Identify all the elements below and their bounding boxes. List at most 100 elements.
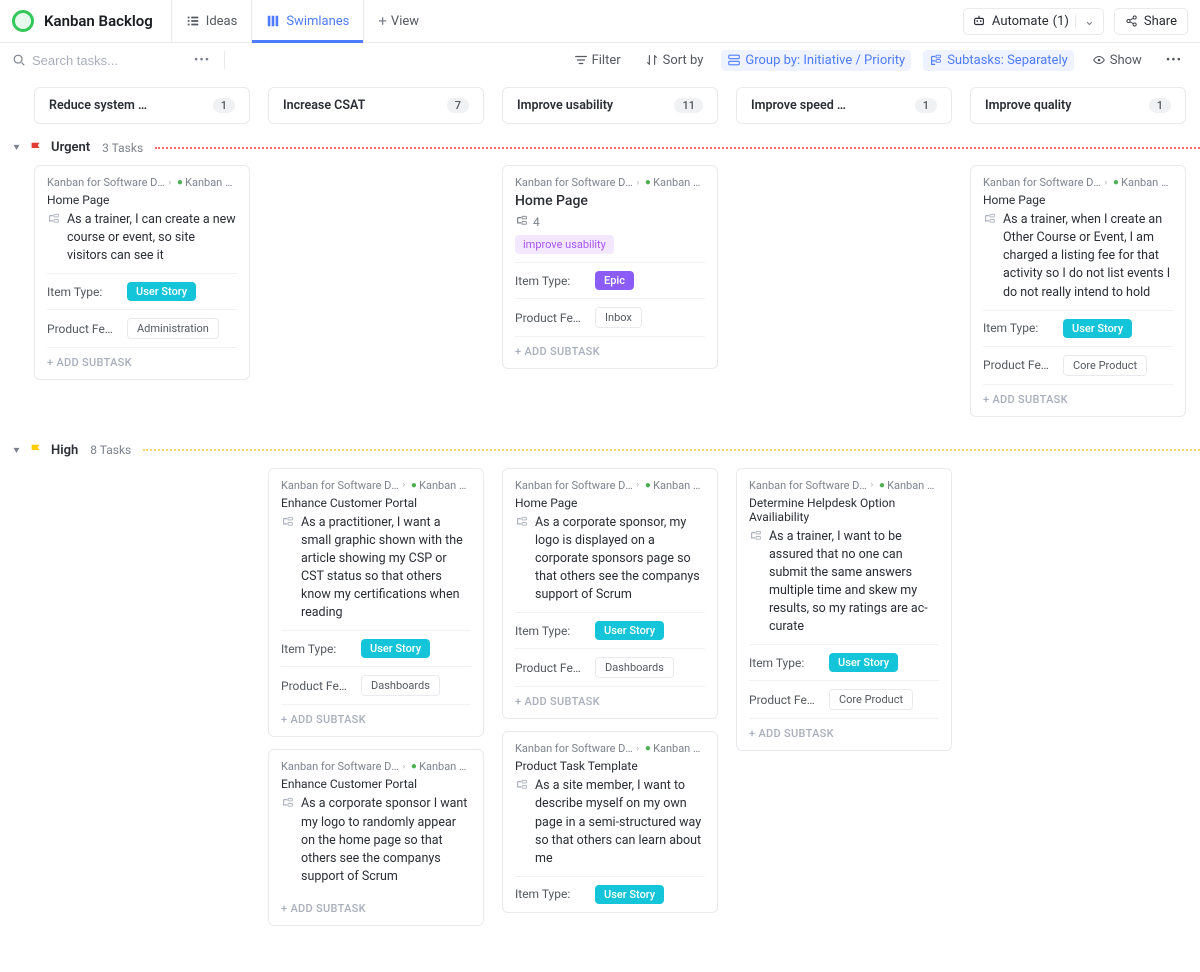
- divider: [224, 51, 225, 69]
- task-project: Home Page: [983, 193, 1173, 207]
- task-body: As a site member, I want to de­scribe my…: [515, 777, 705, 868]
- breadcrumb: Kanban for Software Devel…›●Kanban Ba…: [749, 479, 939, 492]
- column-header[interactable]: Increase CSAT7: [268, 87, 484, 124]
- type-chip[interactable]: User Story: [595, 885, 664, 904]
- subtask-icon: [515, 779, 529, 793]
- page-title: Kanban Backlog: [44, 12, 153, 30]
- add-subtask-button[interactable]: + ADD SUBTASK: [983, 384, 1173, 416]
- subtask-icon: [47, 213, 61, 227]
- add-subtask-button[interactable]: + ADD SUBTASK: [749, 718, 939, 750]
- subtask-icon: [281, 797, 295, 811]
- task-card[interactable]: Kanban for Software Devel…›●Kanban Ba… H…: [34, 165, 250, 380]
- task-card[interactable]: Kanban for Software Devel…›●Kanban Ba… H…: [502, 468, 718, 720]
- swimlane-count: 8 Tasks: [90, 443, 131, 457]
- share-button[interactable]: Share: [1114, 8, 1188, 35]
- board-icon: [266, 14, 280, 28]
- type-chip[interactable]: User Story: [1063, 319, 1132, 338]
- feature-chip[interactable]: Administration: [127, 318, 219, 339]
- topbar: Kanban Backlog Ideas Swimlanes + View Au…: [0, 0, 1200, 43]
- task-card[interactable]: Kanban for Software Devel…›●Kanban Ba… H…: [502, 165, 718, 369]
- collapse-toggle[interactable]: ▾: [13, 142, 19, 153]
- feature-chip[interactable]: Dashboards: [595, 657, 674, 678]
- add-subtask-button[interactable]: + ADD SUBTASK: [515, 336, 705, 368]
- task-project: Home Page: [515, 496, 705, 510]
- task-title: Home Page: [515, 193, 705, 209]
- task-card[interactable]: Kanban for Software Devel…›●Kanban Ba… H…: [970, 165, 1186, 417]
- feature-chip[interactable]: Inbox: [595, 307, 642, 328]
- group-by-button[interactable]: Group by: Initiative / Priority: [721, 50, 911, 71]
- swimlane-header[interactable]: ▾ Urgent 3 Tasks: [14, 140, 1200, 155]
- tag-chip[interactable]: improve usability: [515, 235, 614, 254]
- more-options[interactable]: •••: [1160, 50, 1188, 71]
- add-subtask-button[interactable]: + ADD SUBTASK: [281, 704, 471, 736]
- filter-icon: [574, 53, 588, 67]
- add-subtask-button[interactable]: + ADD SUBTASK: [515, 686, 705, 718]
- list-icon: [186, 14, 200, 28]
- task-card[interactable]: Kanban for Software Devel…›●Kanban Ba… E…: [268, 468, 484, 738]
- column-header[interactable]: Improve usability11: [502, 87, 718, 124]
- subtask-icon: [281, 516, 295, 530]
- task-project: Enhance Customer Portal: [281, 496, 471, 510]
- share-label: Share: [1144, 14, 1177, 29]
- group-icon: [727, 53, 741, 67]
- subtask-icon: [515, 516, 529, 530]
- task-body: As a trainer, when I create an Other Cou…: [983, 211, 1173, 302]
- sort-icon: [645, 53, 659, 67]
- column-header[interactable]: Improve quality1: [970, 87, 1186, 124]
- share-icon: [1125, 14, 1139, 28]
- swimlane-title: Urgent: [51, 140, 90, 155]
- feature-chip[interactable]: Core Product: [829, 689, 913, 710]
- more-search-options[interactable]: •••: [194, 53, 210, 68]
- filter-button[interactable]: Filter: [568, 50, 627, 71]
- show-button[interactable]: Show: [1086, 50, 1148, 71]
- flag-icon: [29, 443, 43, 457]
- tab-ideas-label: Ideas: [206, 14, 238, 29]
- subtask-icon: [983, 213, 997, 227]
- automate-label: Automate: [992, 14, 1049, 29]
- automate-button[interactable]: Automate (1) ⌄: [963, 8, 1104, 35]
- tab-ideas[interactable]: Ideas: [171, 0, 253, 43]
- task-project: Product Task Template: [515, 759, 705, 773]
- workspace-logo[interactable]: [12, 10, 34, 32]
- add-subtask-button[interactable]: + ADD SUBTASK: [47, 347, 237, 379]
- subtask-count: 4: [515, 215, 705, 229]
- feature-chip[interactable]: Dashboards: [361, 675, 440, 696]
- swimlane-title: High: [51, 443, 78, 458]
- tab-swimlanes[interactable]: Swimlanes: [252, 0, 364, 43]
- eye-icon: [1092, 53, 1106, 67]
- type-chip[interactable]: User Story: [127, 282, 196, 301]
- swimlane-divider: [143, 449, 1200, 451]
- swimlane-urgent: ▾ Urgent 3 Tasks Kanban for Software Dev…: [34, 140, 1200, 417]
- type-chip[interactable]: Epic: [595, 271, 634, 290]
- field-product-feature: Product Fe…Inbox: [515, 298, 705, 336]
- swimlane-count: 3 Tasks: [102, 141, 143, 155]
- task-card[interactable]: Kanban for Software Devel…›●Kanban Ba… D…: [736, 468, 952, 752]
- task-body: As a trainer, I want to be assured that …: [749, 528, 939, 637]
- field-product-feature: Product Fe…Core Product: [983, 346, 1173, 384]
- type-chip[interactable]: User Story: [361, 639, 430, 658]
- swimlane-high: ▾ High 8 Tasks Kanban for Software Devel…: [34, 443, 1200, 926]
- search-input[interactable]: [32, 53, 182, 68]
- collapse-toggle[interactable]: ▾: [13, 445, 19, 456]
- task-card[interactable]: Kanban for Software Devel…›●Kanban Ba… E…: [268, 749, 484, 926]
- plus-icon: +: [378, 12, 387, 30]
- add-subtask-button[interactable]: + ADD SUBTASK: [281, 894, 471, 925]
- search-input-wrap[interactable]: [12, 53, 182, 68]
- column-header[interactable]: Reduce system …1: [34, 87, 250, 124]
- breadcrumb: Kanban for Software Devel…›●Kanban Ba…: [47, 176, 237, 189]
- task-body: As a trainer, I can create a new course …: [47, 211, 237, 265]
- type-chip[interactable]: User Story: [829, 653, 898, 672]
- task-body: As a practitioner, I want a small graphi…: [281, 514, 471, 623]
- swimlane-header[interactable]: ▾ High 8 Tasks: [14, 443, 1200, 458]
- add-view-button[interactable]: + View: [364, 12, 433, 30]
- subtasks-button[interactable]: Subtasks: Separately: [923, 50, 1074, 71]
- task-project: Determine Helpdesk Option Availiability: [749, 496, 939, 524]
- task-project: Home Page: [47, 193, 237, 207]
- column-header[interactable]: Improve speed …1: [736, 87, 952, 124]
- task-card[interactable]: Kanban for Software Devel…›●Kanban Ba… P…: [502, 731, 718, 913]
- type-chip[interactable]: User Story: [595, 621, 664, 640]
- feature-chip[interactable]: Core Product: [1063, 355, 1147, 376]
- robot-icon: [972, 14, 986, 28]
- sort-button[interactable]: Sort by: [639, 50, 710, 71]
- tab-swimlanes-label: Swimlanes: [286, 14, 349, 29]
